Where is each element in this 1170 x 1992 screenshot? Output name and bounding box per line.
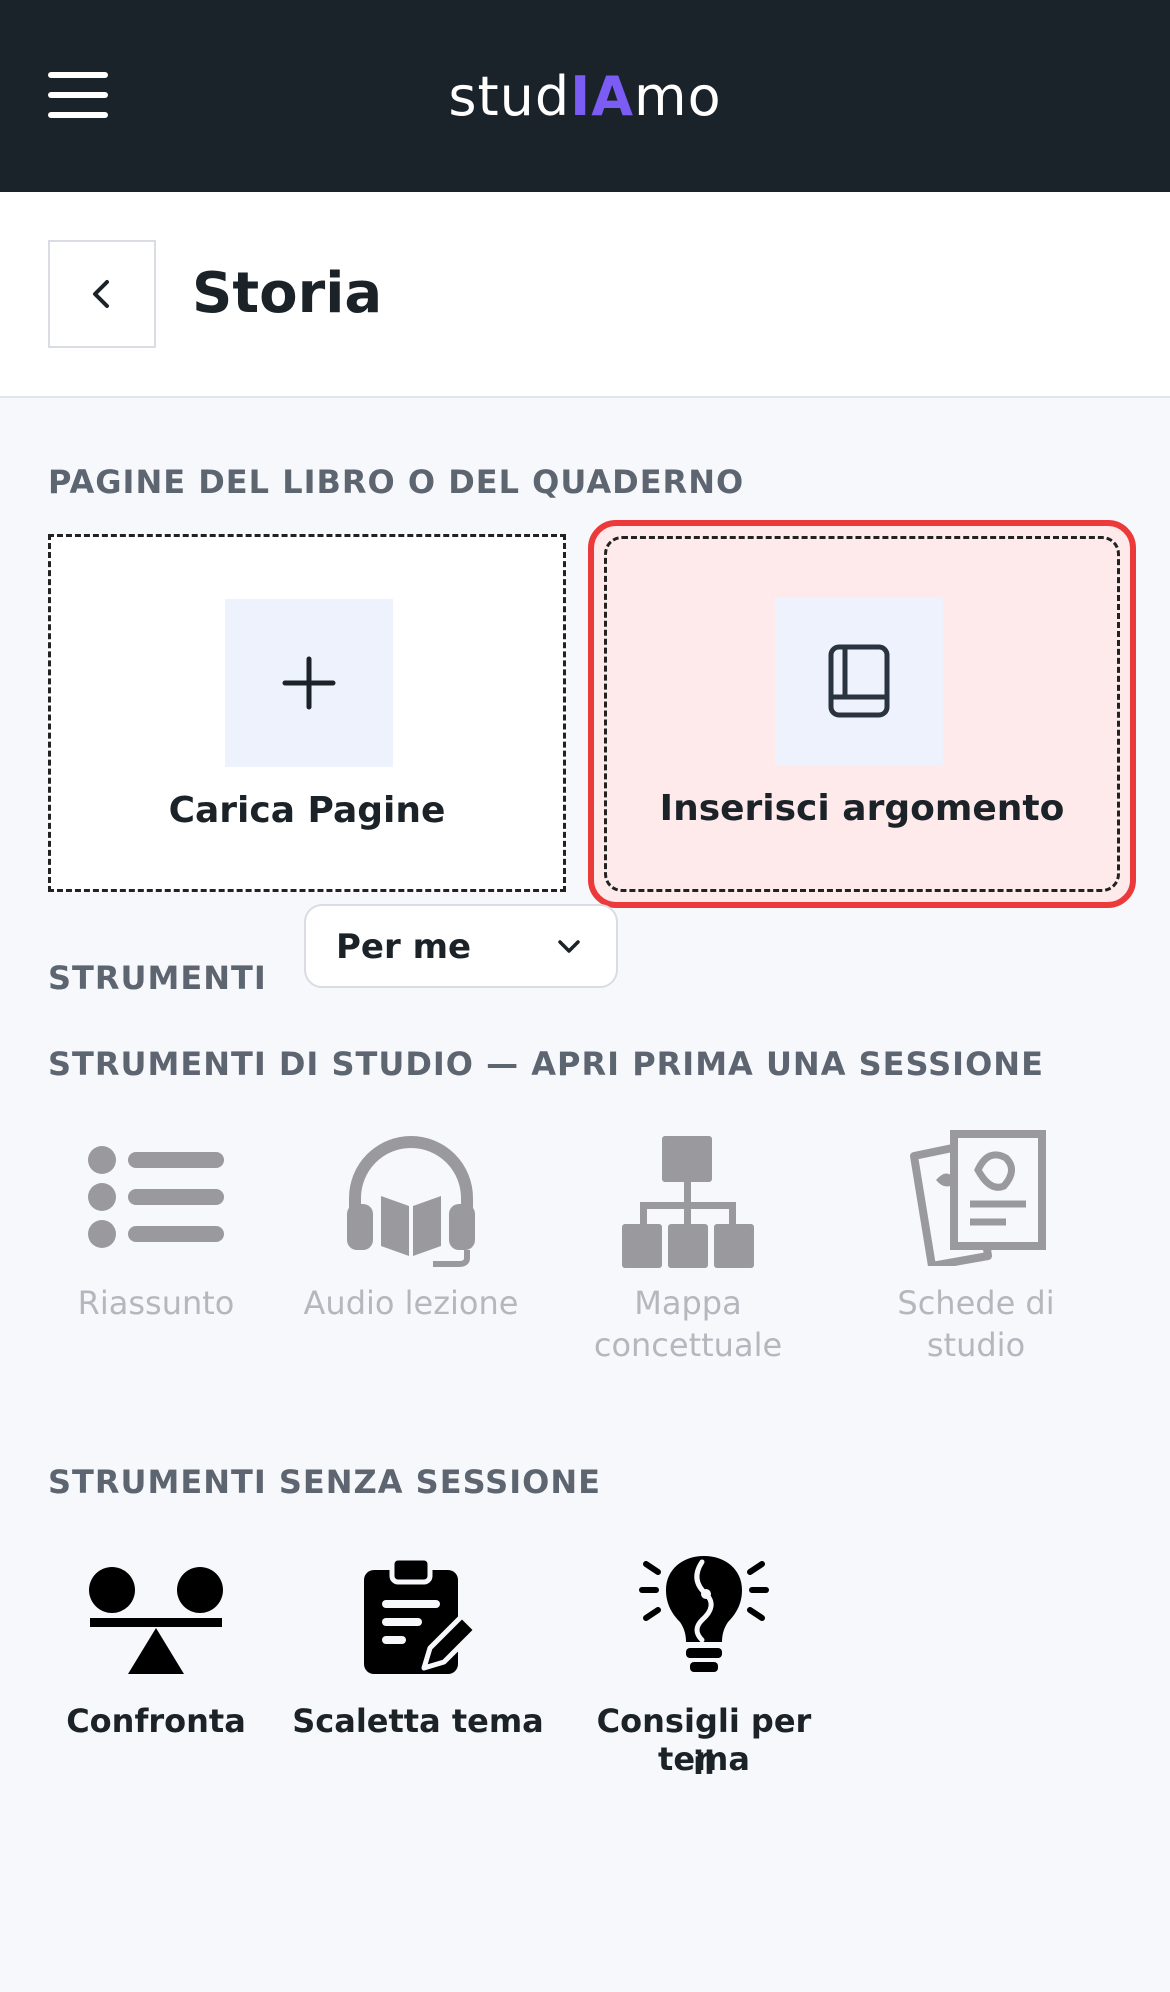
tool-scaletta-tema[interactable]: Scaletta tema: [290, 1556, 546, 1756]
tool-audio-lezione[interactable]: Audio lezione: [296, 1130, 526, 1330]
brain-bulb-icon: [639, 1556, 769, 1672]
study-tools-section-label: STRUMENTI DI STUDIO — APRI PRIMA UNA SES…: [48, 1045, 1044, 1083]
page-title: Storia: [192, 261, 383, 326]
insert-topic-label: Inserisci argomento: [659, 788, 1065, 829]
plus-icon: [282, 656, 336, 710]
tools-section-label: STRUMENTI: [48, 959, 267, 997]
audience-select-value: Per me: [336, 927, 472, 967]
tool-consigli-label-2: tema: [658, 1740, 750, 1778]
tool-scaletta-label: Scaletta tema: [292, 1702, 544, 1740]
list-icon: [88, 1146, 224, 1248]
top-bar: studIAmo: [0, 0, 1170, 192]
scale-compare-icon: [89, 1567, 223, 1674]
page-header: Storia: [0, 192, 1170, 398]
book-icon: [828, 644, 890, 718]
insert-topic-card-inner: Inserisci argomento: [604, 536, 1120, 892]
chevron-left-icon: [93, 280, 109, 308]
tool-mappa-concettuale[interactable]: Mappa concettuale: [576, 1130, 800, 1370]
flashcards-icon: [910, 1130, 1046, 1266]
tool-mappa-label-2: concettuale: [593, 1326, 783, 1364]
tool-audio-lezione-label: Audio lezione: [303, 1284, 519, 1322]
topic-icon-box: [775, 597, 943, 765]
free-tools-section-label: STRUMENTI SENZA SESSIONE: [48, 1463, 601, 1501]
audience-select[interactable]: Per me: [304, 904, 618, 988]
tool-schede-studio[interactable]: Schede di studio: [866, 1130, 1086, 1370]
tool-riassunto-label: Riassunto: [77, 1284, 235, 1322]
tool-confronta-label: Confronta: [66, 1702, 246, 1740]
tool-mappa-label-1: Mappa: [634, 1284, 742, 1322]
insert-topic-card[interactable]: Inserisci argomento: [588, 520, 1136, 908]
tool-schede-label-2: studio: [926, 1326, 1026, 1364]
upload-pages-label: Carica Pagine: [168, 790, 446, 831]
sitemap-icon: [622, 1136, 754, 1268]
back-button[interactable]: [48, 240, 156, 348]
clipboard-pen-icon: [364, 1556, 478, 1674]
upload-icon-box: [225, 599, 393, 767]
tool-riassunto[interactable]: Riassunto: [56, 1130, 256, 1330]
upload-pages-card[interactable]: Carica Pagine: [48, 534, 566, 892]
headphones-book-icon: [347, 1136, 475, 1267]
pages-section-label: PAGINE DEL LIBRO O DEL QUADERNO: [48, 463, 745, 501]
chevron-down-icon: [558, 940, 580, 953]
tool-consigli-tema[interactable]: Consigli per il tema: [586, 1548, 822, 1788]
tool-schede-label-1: Schede di: [897, 1284, 1055, 1322]
tool-confronta[interactable]: Confronta: [56, 1556, 256, 1756]
app-logo[interactable]: studIAmo: [0, 62, 1170, 132]
